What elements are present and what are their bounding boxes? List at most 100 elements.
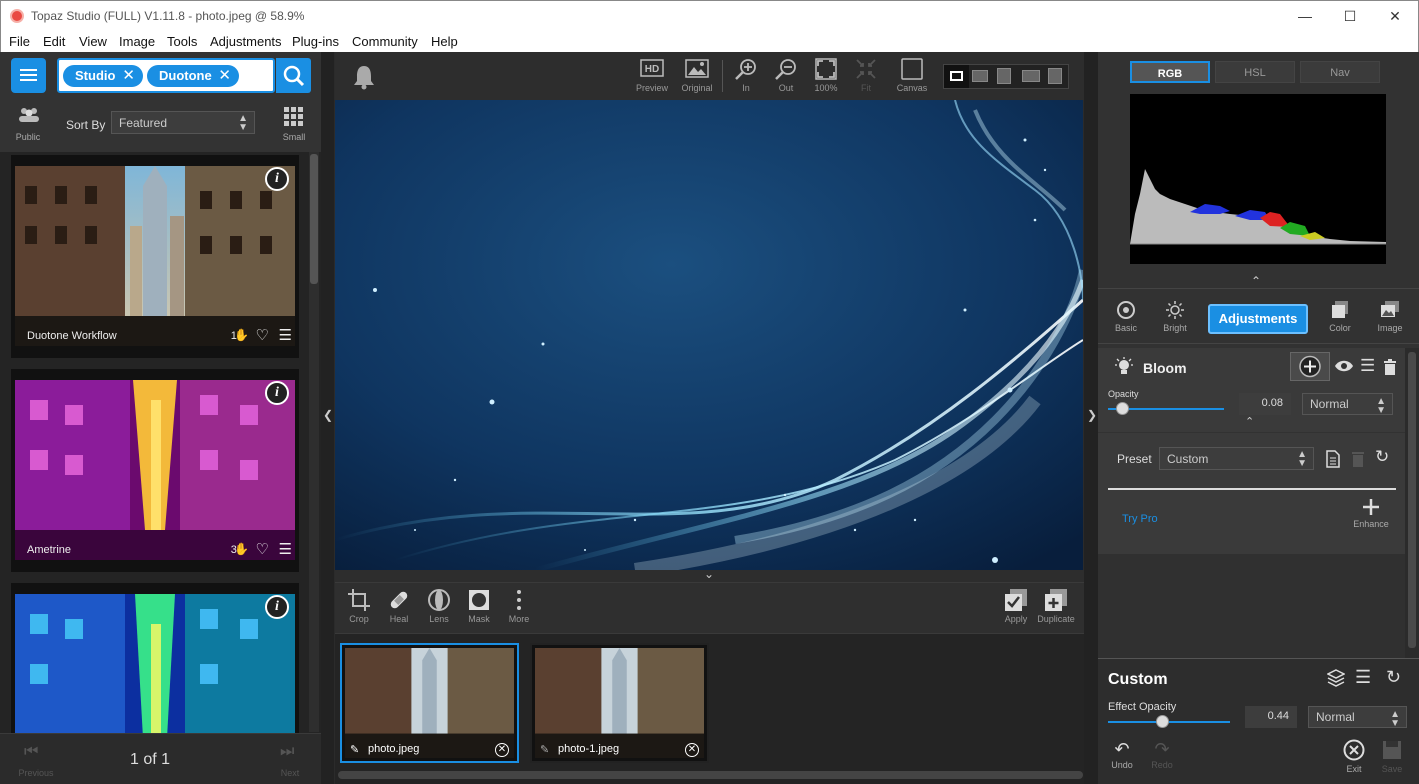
category-color[interactable]: Color — [1320, 300, 1360, 333]
search-tag-duotone[interactable]: Duotone ✕ — [147, 65, 239, 87]
next-icon[interactable]: ⏭ — [280, 743, 294, 761]
collapse-filter-icon[interactable]: ⌃ — [1245, 415, 1254, 428]
filter-menu-icon[interactable]: ☰ — [1360, 356, 1375, 376]
menu-help[interactable]: Help — [431, 34, 458, 49]
close-image-icon[interactable]: ✕ — [685, 743, 699, 757]
undo-button[interactable]: ↶ Undo — [1108, 739, 1136, 770]
notification-bell-icon[interactable] — [352, 64, 376, 90]
gallery-scroll-thumb[interactable] — [310, 154, 318, 284]
card-menu-icon[interactable]: ☰ — [279, 540, 292, 558]
menu-tools[interactable]: Tools — [167, 34, 197, 49]
chevron-down-icon[interactable]: ⌄ — [704, 567, 714, 581]
search-button[interactable] — [276, 58, 311, 93]
opacity-slider[interactable] — [1108, 402, 1224, 416]
sort-select[interactable]: Featured ▲ ▼ — [111, 111, 255, 134]
collapse-right-panel[interactable]: ❯ — [1084, 52, 1098, 784]
opacity-slider-knob[interactable] — [1116, 402, 1129, 415]
opacity-value[interactable]: 0.08 — [1239, 393, 1291, 415]
thumbs-up-icon[interactable]: ✋ — [234, 542, 249, 556]
close-window-button[interactable]: ✕ — [1382, 6, 1408, 26]
layer-menu-icon[interactable]: ☰ — [1355, 667, 1371, 688]
search-input[interactable]: Studio ✕ Duotone ✕ — [57, 58, 275, 93]
layer-reset-icon[interactable]: ↻ — [1386, 667, 1401, 688]
look-card[interactable]: i Ametrine 35 ✋ ♡ ☰ — [11, 369, 299, 572]
duplicate-button[interactable]: Duplicate — [1036, 588, 1076, 624]
layer-blend-select[interactable]: Normal ▲ ▼ — [1308, 706, 1407, 729]
split-vertical-icon[interactable] — [972, 70, 988, 82]
zoom-out-button[interactable]: Out — [766, 57, 806, 93]
tab-hsl[interactable]: HSL — [1215, 61, 1295, 83]
remove-tag-icon[interactable]: ✕ — [122, 66, 135, 84]
collapse-left-panel[interactable]: ❮ — [321, 52, 334, 784]
exit-button[interactable]: Exit — [1340, 739, 1368, 774]
effect-opacity-slider[interactable] — [1108, 715, 1230, 729]
stacked-view-icon[interactable] — [1048, 68, 1062, 84]
info-icon[interactable]: i — [265, 595, 289, 619]
blend-mode-select[interactable]: Normal ▲ ▼ — [1302, 393, 1393, 416]
previous-icon[interactable]: ⏮ — [24, 743, 38, 761]
menu-plugins[interactable]: Plug-ins — [292, 34, 339, 49]
save-preset-icon[interactable] — [1326, 450, 1340, 468]
chevron-right-icon[interactable]: ❯ — [1087, 408, 1097, 422]
original-button[interactable]: Original — [677, 57, 717, 93]
zoom-in-button[interactable]: In — [726, 57, 766, 93]
category-adjustments[interactable]: Adjustments — [1208, 304, 1308, 334]
preset-select[interactable]: Custom ▲ ▼ — [1159, 447, 1314, 470]
menu-hamburger-button[interactable] — [11, 58, 46, 93]
heal-button[interactable]: Heal — [379, 588, 419, 624]
zoom-100-button[interactable]: 100% — [806, 57, 846, 93]
delete-preset-icon[interactable] — [1351, 450, 1365, 468]
trash-icon[interactable] — [1383, 359, 1397, 375]
save-button[interactable]: Save — [1378, 739, 1406, 774]
filter-scroll-thumb[interactable] — [1408, 352, 1416, 648]
chevron-up-icon[interactable]: ⌃ — [1251, 274, 1261, 288]
crop-button[interactable]: Crop — [339, 588, 379, 624]
fit-button[interactable]: Fit — [846, 57, 886, 93]
search-tag-studio[interactable]: Studio ✕ — [63, 65, 143, 87]
filmstrip-item[interactable]: ✎ photo-1.jpeg ✕ — [530, 643, 709, 763]
preview-button[interactable]: HD Preview — [632, 57, 672, 93]
menu-view[interactable]: View — [79, 34, 107, 49]
heart-icon[interactable]: ♡ — [256, 326, 269, 344]
maximize-button[interactable]: ☐ — [1337, 6, 1363, 26]
thumbs-up-icon[interactable]: ✋ — [234, 328, 249, 342]
minimize-button[interactable]: — — [1292, 6, 1318, 26]
category-basic[interactable]: Basic — [1106, 300, 1146, 333]
side-by-side-icon[interactable] — [1022, 70, 1040, 82]
close-image-icon[interactable]: ✕ — [495, 743, 509, 757]
filmstrip-scrollbar[interactable] — [338, 771, 1083, 779]
menu-file[interactable]: File — [9, 34, 30, 49]
public-users-icon[interactable] — [18, 107, 40, 123]
category-image[interactable]: Image — [1370, 300, 1410, 333]
more-button[interactable]: More — [499, 588, 539, 624]
menu-adjustments[interactable]: Adjustments — [210, 34, 282, 49]
split-horizontal-icon[interactable] — [997, 68, 1011, 84]
look-card[interactable]: i Duotone Workflow 18 ✋ ♡ ☰ — [11, 155, 299, 358]
image-canvas[interactable] — [335, 100, 1083, 570]
canvas-button[interactable]: Canvas — [892, 57, 932, 93]
tab-rgb[interactable]: RGB — [1130, 61, 1210, 83]
look-card[interactable]: i — [11, 583, 299, 733]
redo-button[interactable]: ↷ Redo — [1148, 739, 1176, 770]
effect-slider-knob[interactable] — [1156, 715, 1169, 728]
chevron-left-icon[interactable]: ❮ — [323, 408, 333, 422]
add-filter-button[interactable] — [1290, 352, 1330, 381]
effect-opacity-value[interactable]: 0.44 — [1245, 706, 1297, 728]
menu-community[interactable]: Community — [352, 34, 418, 49]
enhance-button[interactable]: Enhance — [1353, 498, 1389, 529]
remove-tag-icon[interactable]: ✕ — [218, 66, 231, 84]
tab-nav[interactable]: Nav — [1300, 61, 1380, 83]
menu-edit[interactable]: Edit — [43, 34, 65, 49]
info-icon[interactable]: i — [265, 381, 289, 405]
filter-scrollbar[interactable] — [1405, 348, 1419, 658]
layers-stack-icon[interactable] — [1327, 669, 1345, 687]
category-bright[interactable]: Bright — [1155, 300, 1195, 333]
reset-icon[interactable]: ↻ — [1375, 447, 1389, 467]
lens-button[interactable]: Lens — [419, 588, 459, 624]
try-pro-link[interactable]: Try Pro — [1122, 513, 1158, 525]
mask-button[interactable]: Mask — [459, 588, 499, 624]
menu-image[interactable]: Image — [119, 34, 155, 49]
info-icon[interactable]: i — [265, 167, 289, 191]
filmstrip-item[interactable]: ✎ photo.jpeg ✕ — [340, 643, 519, 763]
heart-icon[interactable]: ♡ — [256, 540, 269, 558]
